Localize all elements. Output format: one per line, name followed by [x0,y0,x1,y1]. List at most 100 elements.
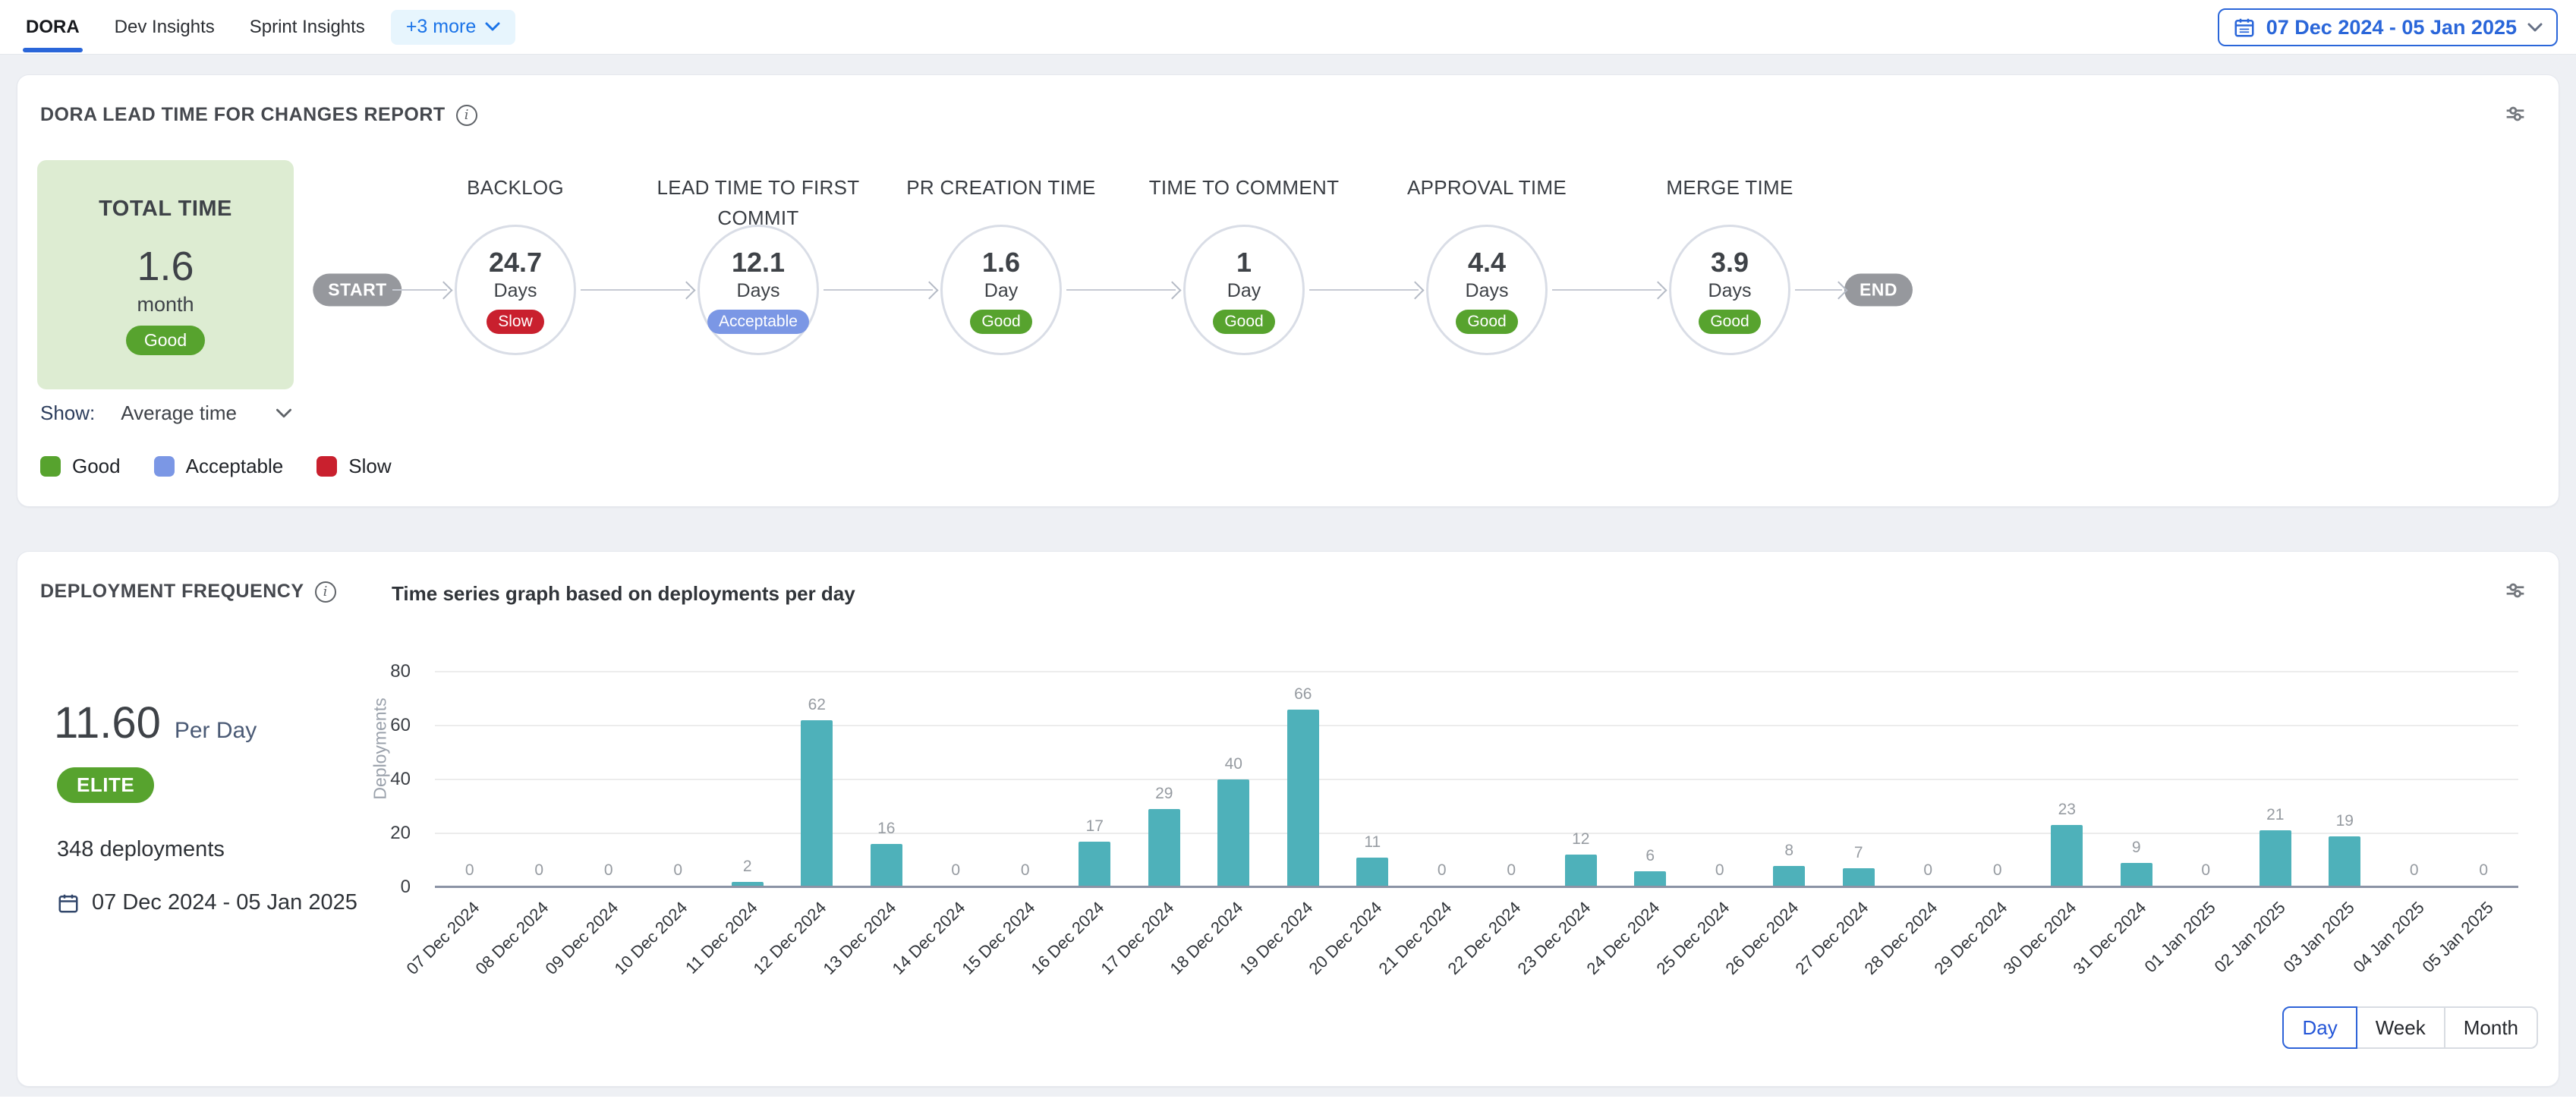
bar-value-label: 16 [852,820,921,838]
stage-value: 4.4 [1468,247,1506,279]
x-tick-label: 05 Jan 2025 [2419,898,2498,977]
x-tick-label: 19 Dec 2024 [1236,898,1318,979]
granularity-day[interactable]: Day [2282,1006,2357,1049]
bar-slot[interactable]: 6212 Dec 2024 [783,672,852,887]
deployment-bar[interactable] [1287,710,1319,887]
x-tick-label: 07 Dec 2024 [403,898,484,979]
x-tick-label: 14 Dec 2024 [889,898,970,979]
bar-slot[interactable]: 021 Dec 2024 [1407,672,1477,887]
total-deployments: 348 deployments [57,837,225,862]
x-tick-label: 04 Jan 2025 [2349,898,2428,977]
bar-slot[interactable]: 624 Dec 2024 [1616,672,1686,887]
y-tick-label: 60 [362,714,411,737]
bar-slot[interactable]: 004 Jan 2025 [2379,672,2449,887]
deployment-bar[interactable] [2260,830,2291,887]
bar-slot[interactable]: 1120 Dec 2024 [1338,672,1408,887]
x-tick-label: 20 Dec 2024 [1305,898,1387,979]
granularity-week[interactable]: Week [2356,1006,2445,1049]
bar-value-label: 0 [1963,861,2033,880]
chevron-down-icon [2527,23,2543,33]
bar-slot[interactable]: 008 Dec 2024 [505,672,575,887]
deployment-bar[interactable] [801,720,833,887]
deployment-rate: 11.60 Per Day [54,697,257,748]
stage-title-backlog: BACKLOG [402,172,629,203]
bar-slot[interactable]: 6619 Dec 2024 [1268,672,1338,887]
deployment-bar[interactable] [1634,871,1666,887]
flow-arrow-line [1066,289,1176,291]
bar-slot[interactable]: 007 Dec 2024 [435,672,505,887]
bar-slot[interactable]: 1613 Dec 2024 [852,672,921,887]
bar-value-label: 0 [1477,861,1547,880]
bar-value-label: 66 [1268,685,1338,704]
tab-dora[interactable]: DORA [26,0,80,54]
x-tick-label: 22 Dec 2024 [1444,898,1526,979]
bar-slot[interactable]: 2917 Dec 2024 [1129,672,1199,887]
deployment-bar[interactable] [1148,809,1180,887]
x-tick-label: 27 Dec 2024 [1792,898,1873,979]
deployment-title: DEPLOYMENT FREQUENCY [40,581,304,603]
deployment-date-range-label: 07 Dec 2024 - 05 Jan 2025 [92,890,357,915]
date-range-picker[interactable]: 07 Dec 2024 - 05 Jan 2025 [2218,8,2558,46]
bar-slot[interactable]: 001 Jan 2025 [2171,672,2241,887]
bar-slot[interactable]: 1716 Dec 2024 [1060,672,1130,887]
bar-slot[interactable]: 029 Dec 2024 [1963,672,2033,887]
bar-slot[interactable]: 014 Dec 2024 [921,672,991,887]
granularity-month[interactable]: Month [2444,1006,2538,1049]
deployment-bar[interactable] [2121,863,2152,887]
stage-node-lead-time-to-first-commit: 12.1DaysAcceptable [698,225,819,355]
tab-dev-insights[interactable]: Dev Insights [115,0,215,54]
bar-slot[interactable]: 2102 Jan 2025 [2241,672,2310,887]
bar-slot[interactable]: 1223 Dec 2024 [1546,672,1616,887]
deployment-rate-value: 11.60 [54,697,161,748]
tab-bar: DORADev InsightsSprint Insights +3 more … [0,0,2576,55]
arrow-right-icon [434,281,452,299]
y-tick-label: 0 [362,876,411,899]
tab-sprint-insights[interactable]: Sprint Insights [250,0,365,54]
bar-value-label: 0 [2379,861,2449,880]
bar-slot[interactable]: 931 Dec 2024 [2102,672,2171,887]
x-tick-label: 01 Jan 2025 [2141,898,2220,977]
bar-slot[interactable]: 025 Dec 2024 [1685,672,1755,887]
x-tick-label: 13 Dec 2024 [820,898,901,979]
y-axis-title: Deployments [370,658,391,840]
bar-value-label: 0 [574,861,644,880]
bar-slot[interactable]: 022 Dec 2024 [1477,672,1547,887]
bar-slot[interactable]: 1903 Jan 2025 [2310,672,2380,887]
more-tabs-label: +3 more [406,16,476,38]
info-icon[interactable]: i [315,581,336,603]
flow-arrow-line [581,289,690,291]
bar-slot[interactable]: 2330 Dec 2024 [2033,672,2102,887]
bar-value-label: 0 [1685,861,1755,880]
bar-value-label: 29 [1129,785,1199,803]
bar-slot[interactable]: 211 Dec 2024 [713,672,783,887]
bar-slot[interactable]: 028 Dec 2024 [1894,672,1963,887]
bar-slot[interactable]: 015 Dec 2024 [990,672,1060,887]
deployment-bar[interactable] [871,844,902,887]
bar-slot[interactable]: 005 Jan 2025 [2449,672,2519,887]
stage-title-time-to-comment: TIME TO COMMENT [1130,172,1358,203]
deployment-bar[interactable] [2329,836,2360,887]
bar-slot[interactable]: 826 Dec 2024 [1755,672,1825,887]
bar-slot[interactable]: 010 Dec 2024 [644,672,713,887]
flow-arrow-line [1309,289,1419,291]
bar-value-label: 0 [2171,861,2241,880]
deployment-bar[interactable] [2051,825,2083,887]
deployment-bar[interactable] [1565,855,1597,887]
deployment-settings-button[interactable] [2502,578,2528,603]
bar-slot[interactable]: 4018 Dec 2024 [1199,672,1269,887]
stage-value: 1.6 [982,247,1020,279]
bar-slot[interactable]: 727 Dec 2024 [1824,672,1894,887]
deployment-bar[interactable] [1773,866,1805,887]
deployment-bar[interactable] [1843,868,1875,887]
deployment-bar[interactable] [1356,858,1388,887]
stage-unit: Day [984,280,1018,302]
deployment-bar[interactable] [1079,842,1110,887]
deployment-bar[interactable] [1217,779,1249,887]
stage-status-badge: Good [1456,310,1517,334]
bar-value-label: 0 [505,861,575,880]
bar-slot[interactable]: 009 Dec 2024 [574,672,644,887]
bar-value-label: 17 [1060,817,1130,836]
stage-status-badge: Good [1699,310,1760,334]
more-tabs-button[interactable]: +3 more [391,10,515,45]
arrow-right-icon [677,281,695,299]
